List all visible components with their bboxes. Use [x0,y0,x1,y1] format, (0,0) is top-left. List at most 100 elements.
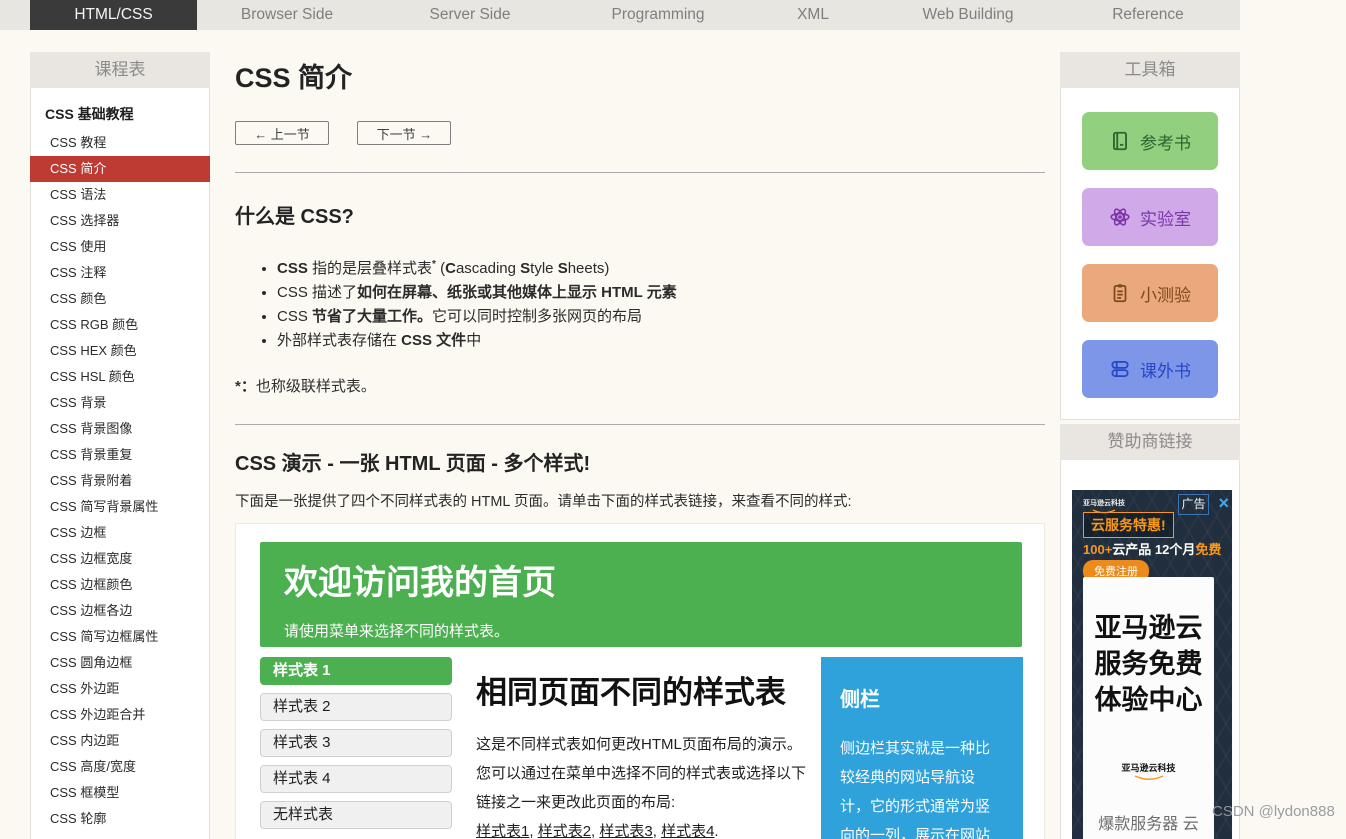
nav-item-server-side[interactable]: Server Side [377,0,563,30]
ad-card-line: 服务免费 [1083,646,1214,682]
demo-banner-title: 欢迎访问我的首页 [260,542,1022,604]
sidebar-item[interactable]: CSS 简写边框属性 [31,624,209,650]
ad-card-headline: 亚马逊云 服务免费 体验中心 [1083,577,1214,718]
demo-intro-text: 下面是一张提供了四个不同样式表的 HTML 页面。请单击下面的样式表链接，来查看… [235,490,1045,511]
demo-stylesheet-link[interactable]: 样式表4 [661,823,714,839]
sidebar-item[interactable]: CSS 注释 [31,260,209,286]
demo-sidebar-heading: 侧栏 [840,683,1004,712]
text: 它可以同时控制多张网页的布局 [432,308,642,325]
sidebar-item[interactable]: CSS 选择器 [31,208,209,234]
sidebar-section-title: CSS 基础教程 [31,104,209,130]
sidebar-item[interactable]: CSS 边框 [31,520,209,546]
books-icon [1109,358,1131,380]
sidebar-item[interactable]: CSS 边框宽度 [31,546,209,572]
nav-item-html-css[interactable]: HTML/CSS [30,0,197,30]
sidebar-item[interactable]: CSS 教程 [31,130,209,156]
toolbox-header: 工具箱 [1060,52,1240,88]
ad-card-line: 亚马逊云 [1083,610,1214,646]
ad-label: 广告 [1178,494,1209,515]
demo-content-text: 这是不同样式表如何更改HTML页面布局的演示。您可以通过在菜单中选择不同的样式表… [476,730,814,817]
sidebar-item[interactable]: CSS 语法 [31,182,209,208]
quiz-button[interactable]: 小测验 [1082,264,1218,322]
sidebar-item[interactable]: CSS 框模型 [31,780,209,806]
separator: , [529,823,537,839]
bold-text: 如何在屏幕、纸张或其他媒体上显示 HTML 元素 [357,284,677,301]
what-is-css-heading: 什么是 CSS? [235,204,1045,230]
watermark: CSDN @lydon888 [1212,803,1335,820]
extra-books-button[interactable]: 课外书 [1082,340,1218,398]
prev-section-button[interactable]: ← 上一节 [235,121,329,145]
separator: , [653,823,661,839]
demo-section-heading: CSS 演示 - 一张 HTML 页面 - 多个样式! [235,451,1045,477]
highlight-text: 100+ [1083,542,1112,557]
bold-text: 节省了大量工作。 [312,308,432,325]
footnote-marker: *： [235,378,256,395]
sidebar-item[interactable]: CSS 高度/宽度 [31,754,209,780]
demo-stylesheet-links: 样式表1, 样式表2, 样式表3, 样式表4. [476,817,814,839]
reference-book-button[interactable]: 参考书 [1082,112,1218,170]
text: heets) [568,260,610,277]
next-section-button[interactable]: 下一节 → [357,121,451,145]
nav-item-browser-side[interactable]: Browser Side [197,0,377,30]
demo-stylesheet-menu: 样式表 1 样式表 2 样式表 3 样式表 4 无样式表 [260,657,452,837]
demo-sidebar: 侧栏 侧边栏其实就是一种比较经典的网站导航设计，它的形式通常为竖向的一列，展示在… [821,657,1023,839]
demo-stylesheet-menu-item[interactable]: 样式表 2 [260,693,452,721]
bold-text: S [520,260,530,277]
nav-item-reference[interactable]: Reference [1063,0,1233,30]
bold-text: C [445,260,456,277]
demo-content-heading: 相同页面不同的样式表 [476,674,814,712]
sidebar-item[interactable]: CSS 边框颜色 [31,572,209,598]
footnote: *：也称级联样式表。 [235,375,1045,396]
toolbox-button-label: 小测验 [1140,281,1191,306]
demo-stylesheet-menu-item[interactable]: 无样式表 [260,801,452,829]
bold-text: CSS [277,260,308,277]
sidebar-item[interactable]: CSS 外边距合并 [31,702,209,728]
bold-text: S [558,260,568,277]
sidebar-item[interactable]: CSS 内边距 [31,728,209,754]
sidebar-item[interactable]: CSS 背景 [31,390,209,416]
nav-item-programming[interactable]: Programming [563,0,753,30]
ad-promo-badge: 云服务特惠! [1083,512,1174,538]
css-demo-frame: 欢迎访问我的首页 请使用菜单来选择不同的样式表。 样式表 1 样式表 2 样式表 3… [235,523,1045,839]
sidebar-item[interactable]: CSS 简写背景属性 [31,494,209,520]
top-nav: HTML/CSS Browser Side Server Side Progra… [0,0,1240,30]
sidebar-item[interactable]: CSS 边框各边 [31,598,209,624]
demo-stylesheet-link[interactable]: 样式表3 [599,823,652,839]
course-sidebar: 课程表 CSS 基础教程 CSS 教程CSS 简介CSS 语法CSS 选择器CS… [30,52,210,839]
sidebar-item[interactable]: CSS 背景附着 [31,468,209,494]
demo-stylesheet-menu-item[interactable]: 样式表 1 [260,657,452,685]
demo-banner: 欢迎访问我的首页 请使用菜单来选择不同的样式表。 [260,542,1022,647]
sidebar-item[interactable]: CSS HEX 颜色 [31,338,209,364]
ad-close-icon[interactable]: × [1218,492,1229,514]
sidebar-item[interactable]: CSS 外边距 [31,676,209,702]
amazon-cloud-ad[interactable]: 亚马逊云科技 广告 × 云服务特惠! 100+云产品 12个月免费 免费注册 亚… [1072,490,1232,839]
demo-main-content: 相同页面不同的样式表 这是不同样式表如何更改HTML页面布局的演示。您可以通过在… [476,674,814,839]
sidebar-item[interactable]: CSS 圆角边框 [31,650,209,676]
sidebar-item[interactable]: CSS 轮廓 [31,806,209,832]
demo-stylesheet-link[interactable]: 样式表1 [476,823,529,839]
ad-card-brand-text: 亚马逊云科技 [1121,763,1175,773]
demo-stylesheet-link[interactable]: 样式表2 [538,823,591,839]
sidebar-item[interactable]: CSS RGB 颜色 [31,312,209,338]
atom-icon [1109,206,1131,228]
sidebar-item[interactable]: CSS 使用 [31,234,209,260]
ad-promo-line: 100+云产品 12个月免费 [1083,539,1221,558]
sidebar-item[interactable]: CSS HSL 颜色 [31,364,209,390]
sidebar-item[interactable]: CSS 背景图像 [31,416,209,442]
highlight-text: 免费 [1195,542,1221,557]
nav-item-web-building[interactable]: Web Building [873,0,1063,30]
divider [235,424,1045,425]
sidebar-item[interactable]: CSS 颜色 [31,286,209,312]
toolbox-panel: 参考书 实验室 [1060,88,1240,420]
lab-button[interactable]: 实验室 [1082,188,1218,246]
nav-item-xml[interactable]: XML [753,0,873,30]
demo-banner-subtitle: 请使用菜单来选择不同的样式表。 [260,604,1022,641]
demo-sidebar-text: 侧边栏其实就是一种比较经典的网站导航设计，它的形式通常为竖向的一列，展示在网站的… [840,734,1004,839]
text: 外部样式表存储在 [277,332,401,349]
sidebar-item[interactable]: CSS 背景重复 [31,442,209,468]
demo-stylesheet-menu-item[interactable]: 样式表 3 [260,729,452,757]
sidebar-list-panel: CSS 基础教程 CSS 教程CSS 简介CSS 语法CSS 选择器CSS 使用… [30,88,210,839]
sidebar-item[interactable]: CSS 简介 [30,156,210,182]
demo-stylesheet-menu-item[interactable]: 样式表 4 [260,765,452,793]
text: 指的是层叠样式表 [308,260,432,277]
